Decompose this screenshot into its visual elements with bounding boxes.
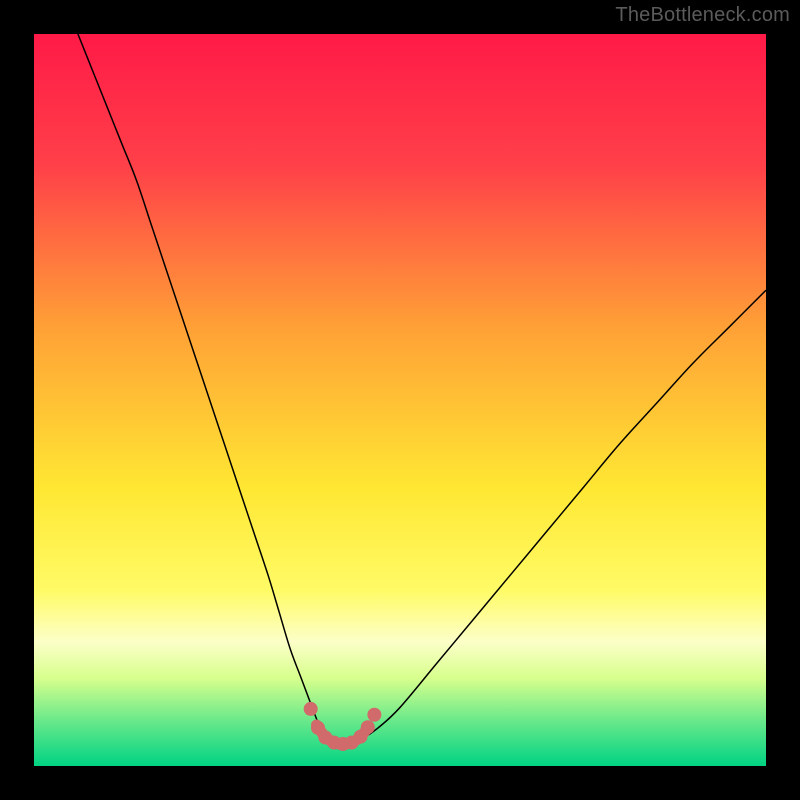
valley-dot <box>367 708 381 722</box>
chart-frame: TheBottleneck.com <box>0 0 800 800</box>
attribution-label: TheBottleneck.com <box>615 4 790 27</box>
gradient-background <box>34 34 766 766</box>
bottleneck-chart <box>34 34 766 766</box>
valley-dot <box>361 720 375 734</box>
valley-dot <box>304 702 318 716</box>
